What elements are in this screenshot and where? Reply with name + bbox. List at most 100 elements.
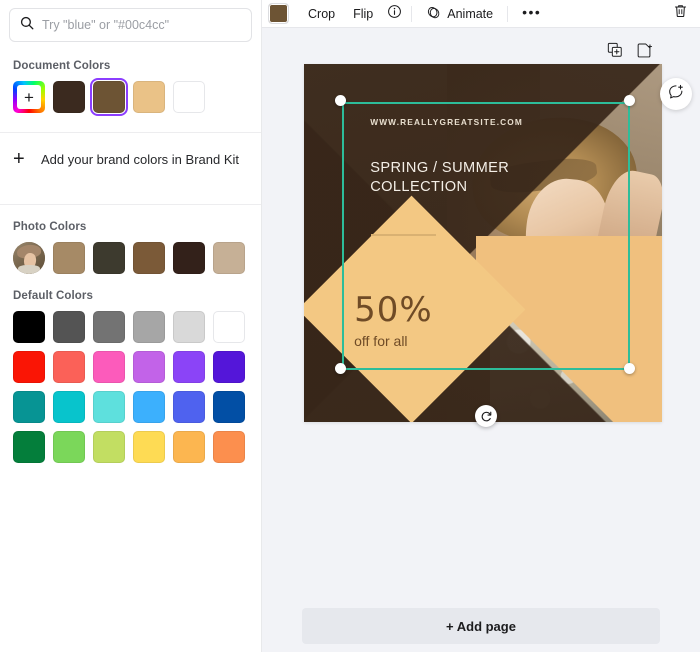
toolbar-separator-2 <box>507 5 509 22</box>
add-brand-colors-label: Add your brand colors in Brand Kit <box>41 151 239 167</box>
design-page[interactable]: WWW.REALLYGREATSITE.COM SPRING / SUMMER … <box>304 64 662 427</box>
design-website-url[interactable]: WWW.REALLYGREATSITE.COM <box>370 117 523 127</box>
animate-icon <box>426 5 441 23</box>
swatch-lime[interactable] <box>93 431 125 463</box>
swatch-dark-brown[interactable] <box>53 81 85 113</box>
swatch-gray[interactable] <box>93 311 125 343</box>
swatch-white-default[interactable] <box>213 311 245 343</box>
swatch-white[interactable] <box>173 81 205 113</box>
design-headline-line1: SPRING / SUMMER <box>370 159 510 176</box>
resize-handle-bottom-left[interactable] <box>335 363 346 374</box>
swatch-medium-brown[interactable] <box>90 78 128 116</box>
swatch-teal[interactable] <box>13 391 45 423</box>
photo-thumb-dress <box>18 265 40 274</box>
photo-swatch-5[interactable] <box>213 242 245 274</box>
swatch-purple[interactable] <box>173 351 205 383</box>
crop-button[interactable]: Crop <box>299 3 344 25</box>
photo-swatch-1[interactable] <box>53 242 85 274</box>
swatch-pink[interactable] <box>93 351 125 383</box>
info-icon <box>387 4 402 24</box>
delete-button[interactable] <box>668 3 692 25</box>
swatch-salmon[interactable] <box>53 351 85 383</box>
swatch-aqua[interactable] <box>93 391 125 423</box>
design-canvas[interactable]: WWW.REALLYGREATSITE.COM SPRING / SUMMER … <box>304 64 662 422</box>
more-options-icon: ••• <box>522 4 542 20</box>
editor-area: Crop Flip Animate ••• WWW.REALLYGREATSIT… <box>262 0 700 652</box>
design-divider-line <box>371 234 437 237</box>
page-tools <box>606 42 654 63</box>
document-colors-title: Document Colors <box>13 60 111 72</box>
swatch-sky-blue[interactable] <box>133 391 165 423</box>
canva-editor-window: Document Colors + + Add your brand color… <box>0 0 700 652</box>
default-colors-section: Default Colors <box>0 274 261 463</box>
add-brand-colors-row[interactable]: + Add your brand colors in Brand Kit <box>0 133 261 185</box>
document-colors-section: Document Colors + <box>0 42 261 116</box>
photo-swatch-4[interactable] <box>173 242 205 274</box>
design-discount-value: 50% <box>354 290 433 331</box>
default-colors-grid <box>13 311 248 463</box>
design-discount-subtext: off for all <box>354 333 408 350</box>
photo-swatch-3[interactable] <box>133 242 165 274</box>
swatch-violet[interactable] <box>213 351 245 383</box>
design-headline-line2: COLLECTION <box>370 179 468 196</box>
photo-thumbnail[interactable] <box>13 242 45 274</box>
swatch-tan[interactable] <box>133 81 165 113</box>
search-input[interactable] <box>42 18 241 32</box>
rotate-icon <box>481 411 491 421</box>
rotate-handle[interactable] <box>475 405 497 427</box>
animate-button[interactable]: Animate <box>417 1 502 27</box>
swatch-cyan[interactable] <box>53 391 85 423</box>
swatch-light-green[interactable] <box>53 431 85 463</box>
trash-icon <box>673 3 688 24</box>
toolbar-separator <box>411 5 413 22</box>
flip-button-label: Flip <box>353 6 374 21</box>
element-toolbar: Crop Flip Animate ••• <box>262 0 700 28</box>
more-options-button[interactable]: ••• <box>513 1 550 26</box>
rainbow-color-picker[interactable]: + <box>13 81 45 113</box>
swatch-orchid[interactable] <box>133 351 165 383</box>
add-comment-button[interactable] <box>660 78 692 110</box>
swatch-lighter-gray[interactable] <box>173 311 205 343</box>
photo-colors-section: Photo Colors <box>0 205 261 274</box>
swatch-light-orange[interactable] <box>173 431 205 463</box>
flip-button[interactable]: Flip <box>344 3 382 25</box>
swatch-orange[interactable] <box>213 431 245 463</box>
swatch-red[interactable] <box>13 351 45 383</box>
duplicate-page-button[interactable] <box>606 42 624 63</box>
swatch-navy[interactable] <box>213 391 245 423</box>
swatch-yellow[interactable] <box>133 431 165 463</box>
info-button[interactable] <box>382 3 406 25</box>
duplicate-page-icon <box>607 42 623 63</box>
crop-button-label: Crop <box>308 6 336 21</box>
photo-colors-title: Photo Colors <box>13 221 87 233</box>
add-page-icon <box>637 42 653 63</box>
resize-handle-top-left[interactable] <box>335 95 346 106</box>
resize-handle-bottom-right[interactable] <box>624 363 635 374</box>
design-discount-block[interactable]: 50% off for all <box>354 293 433 349</box>
swatch-black[interactable] <box>13 311 45 343</box>
photo-colors-swatches <box>13 242 248 274</box>
canvas-area[interactable]: WWW.REALLYGREATSITE.COM SPRING / SUMMER … <box>262 28 700 652</box>
design-headline[interactable]: SPRING / SUMMER COLLECTION <box>370 159 509 198</box>
toolbar-color-swatch[interactable] <box>268 3 289 24</box>
plus-icon: + <box>13 148 25 170</box>
search-icon <box>20 16 42 35</box>
add-page-button[interactable] <box>636 43 654 61</box>
swatch-light-gray[interactable] <box>133 311 165 343</box>
search-box[interactable] <box>9 8 252 42</box>
document-colors-swatches: + <box>13 78 248 116</box>
photo-swatch-2[interactable] <box>93 242 125 274</box>
add-page-footer: + Add page <box>262 608 700 644</box>
swatch-green[interactable] <box>13 431 45 463</box>
default-colors-title: Default Colors <box>13 290 93 302</box>
color-panel-sidebar: Document Colors + + Add your brand color… <box>0 0 262 652</box>
swatch-blue[interactable] <box>173 391 205 423</box>
plus-icon: + <box>17 85 41 109</box>
search-section <box>0 0 261 42</box>
add-page-bar-button[interactable]: + Add page <box>302 608 660 644</box>
swatch-dark-gray[interactable] <box>53 311 85 343</box>
add-comment-icon <box>667 83 685 106</box>
animate-button-label: Animate <box>447 6 494 21</box>
add-page-bar-label: + Add page <box>446 618 516 634</box>
resize-handle-top-right[interactable] <box>624 95 635 106</box>
